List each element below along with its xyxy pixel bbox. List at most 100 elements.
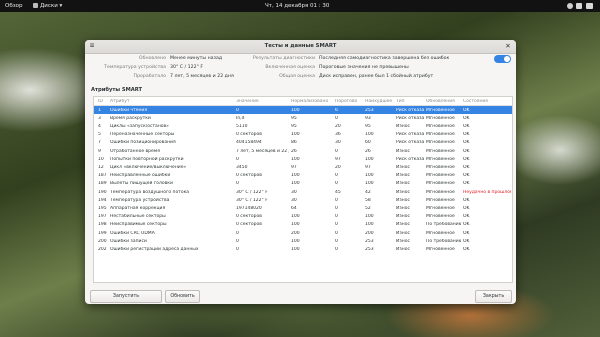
table-row[interactable]: 195 Аппаратная коррекция 197148020 64 0 52 Изн…: [94, 204, 512, 212]
col-threshold[interactable]: Порогово: [335, 99, 357, 104]
table-cell: Износ: [396, 164, 410, 170]
table-cell: Неисправленные ошибки: [110, 173, 171, 179]
table-row[interactable]: 190 Температура воздушного потока 30° C / …: [94, 188, 512, 196]
table-cell: 0: [236, 238, 239, 244]
col-normalized[interactable]: Нормализовано: [291, 99, 328, 104]
start-self-test-button[interactable]: Запустить самодиагностику: [90, 290, 162, 303]
table-cell: OK: [463, 123, 470, 129]
table-cell: 12: [98, 164, 104, 170]
table-row[interactable]: 198 Неисправимые секторы 0 секторов 100 0 100…: [94, 221, 512, 229]
col-type[interactable]: Тип: [396, 99, 405, 104]
table-cell: 0: [236, 246, 239, 252]
col-updates[interactable]: Обновления: [426, 99, 455, 104]
table-cell: 0: [335, 230, 338, 236]
table-row[interactable]: 9 Отработанное время 7 лет, 5 месяцев и 22…: [94, 147, 512, 155]
table-cell: 36: [335, 132, 341, 138]
table-row[interactable]: 197 Нестабильные секторы 0 секторов 100 0 100…: [94, 213, 512, 221]
table-cell: Мгновенное: [426, 246, 455, 252]
table-cell: OK: [463, 230, 470, 236]
table-cell: 189: [98, 181, 107, 187]
table-cell: Мгновенное: [426, 173, 455, 179]
table-cell: 253: [365, 246, 374, 252]
table-cell: 30° C / 122° F: [236, 189, 268, 195]
refresh-button[interactable]: Обновить: [165, 290, 200, 303]
table-cell: Износ: [396, 222, 410, 228]
table-cell: Мгновенное: [426, 132, 455, 138]
col-status[interactable]: Состояние: [463, 99, 488, 104]
table-row[interactable]: 200 Ошибки записи 0 100 0 253 Износ По требован…: [94, 237, 512, 245]
overall-value: Диск исправен, ранее был 1 сбойный атриб…: [319, 74, 434, 79]
table-row[interactable]: 4 Циклы «запуск/останов» 5110 95 20 95 Износ Мг…: [94, 122, 512, 130]
table-cell: 199: [98, 230, 107, 236]
table-cell: Переназначенные секторы: [110, 132, 175, 138]
table-cell: 26: [365, 148, 371, 154]
col-worst[interactable]: Наихудшее: [365, 99, 392, 104]
close-icon[interactable]: ✕: [504, 42, 512, 50]
table-cell: Износ: [396, 181, 410, 187]
table-cell: OK: [463, 164, 470, 170]
network-icon[interactable]: [567, 3, 573, 9]
close-button[interactable]: Закрыть: [475, 290, 512, 303]
table-cell: Мгновенное: [426, 189, 455, 195]
table-cell: Риск отказа: [396, 156, 424, 162]
app-menu[interactable]: Диски ▾: [33, 0, 62, 12]
temperature-label: Температура устройства: [104, 65, 166, 70]
table-cell: Попытки повторной раскрутки: [110, 156, 184, 162]
table-cell: 30° C / 122° F: [236, 197, 268, 203]
threshold-label: Включенная оценка: [265, 65, 315, 70]
table-cell: 0: [335, 115, 338, 121]
table-cell: Мгновенное: [426, 115, 455, 121]
table-cell: Мгновенное: [426, 197, 455, 203]
table-row[interactable]: 10 Попытки повторной раскрутки 0 100 97 100 Ри…: [94, 155, 512, 163]
table-cell: Износ: [396, 230, 410, 236]
table-row[interactable]: 202 Ошибки регистрации адреса данных 0 100 0…: [94, 245, 512, 253]
smart-enabled-toggle[interactable]: [494, 55, 511, 63]
table-cell: 9: [98, 148, 101, 154]
table-cell: 0: [335, 246, 338, 252]
table-cell: 3: [98, 115, 101, 121]
power-icon[interactable]: [586, 3, 593, 9]
table-cell: 0: [335, 181, 338, 187]
table-cell: 60: [365, 140, 371, 146]
smart-attributes-table[interactable]: ID Атрибут Значение Нормализовано Порого…: [93, 96, 513, 283]
col-id[interactable]: ID: [98, 99, 103, 104]
activities-button[interactable]: Обзор: [5, 0, 23, 12]
table-cell: 187: [98, 173, 107, 179]
table-row[interactable]: 194 Температура устройства 30° C / 122° F 3…: [94, 196, 512, 204]
table-cell: 100: [291, 246, 300, 252]
table-header: ID Атрибут Значение Нормализовано Порого…: [94, 97, 512, 106]
table-cell: 26: [291, 148, 297, 154]
table-cell: 100: [291, 222, 300, 228]
table-cell: 200: [291, 230, 300, 236]
col-attribute[interactable]: Атрибут: [110, 99, 130, 104]
table-cell: Износ: [396, 173, 410, 179]
table-cell: По требованию: [426, 222, 461, 228]
table-row[interactable]: 187 Неисправленные ошибки 0 секторов 100 0 10…: [94, 172, 512, 180]
table-cell: 100: [291, 238, 300, 244]
table-cell: 20: [335, 123, 341, 129]
table-row[interactable]: 12 Цикл «включение/выключение» 3450 97 20 97 И…: [94, 163, 512, 171]
table-cell: 0: [335, 148, 338, 154]
table-row[interactable]: 199 Ошибки CRC UDMA 0 200 0 200 Износ Мгновенно…: [94, 229, 512, 237]
table-cell: OK: [463, 115, 470, 121]
col-value[interactable]: Значение: [236, 99, 259, 104]
volume-icon[interactable]: [576, 3, 582, 9]
window-menu-icon[interactable]: ≡: [89, 43, 95, 49]
clock[interactable]: Чт, 14 декабря 01 : 30: [265, 0, 329, 12]
table-cell: OK: [463, 107, 470, 113]
table-cell: Аппаратная коррекция: [110, 205, 166, 211]
table-cell: Мгновенное: [426, 140, 455, 146]
table-cell: 64: [291, 205, 297, 211]
table-cell: 0: [335, 173, 338, 179]
table-cell: Мгновенное: [426, 107, 455, 113]
table-cell: 100: [291, 156, 300, 162]
table-cell: Износ: [396, 214, 410, 220]
table-row[interactable]: 1 Ошибки чтения 0 100 6 253 Риск отказа Мгновен…: [94, 106, 512, 115]
table-cell: OK: [463, 181, 470, 187]
table-row[interactable]: 189 Вылеты пишущей головки 0 100 0 100 Износ Мг…: [94, 180, 512, 188]
table-cell: Ошибки CRC UDMA: [110, 230, 155, 236]
table-row[interactable]: 3 Время раскрутки In,d 95 0 93 Риск отказа Мгно…: [94, 114, 512, 122]
dialog-titlebar: ≡ Тесты и данные SMART ✕: [85, 40, 516, 54]
table-row[interactable]: 7 Ошибки позиционирования 404158494 86 30 60 Р…: [94, 139, 512, 147]
table-row[interactable]: 5 Переназначенные секторы 0 секторов 100 36 1…: [94, 131, 512, 139]
